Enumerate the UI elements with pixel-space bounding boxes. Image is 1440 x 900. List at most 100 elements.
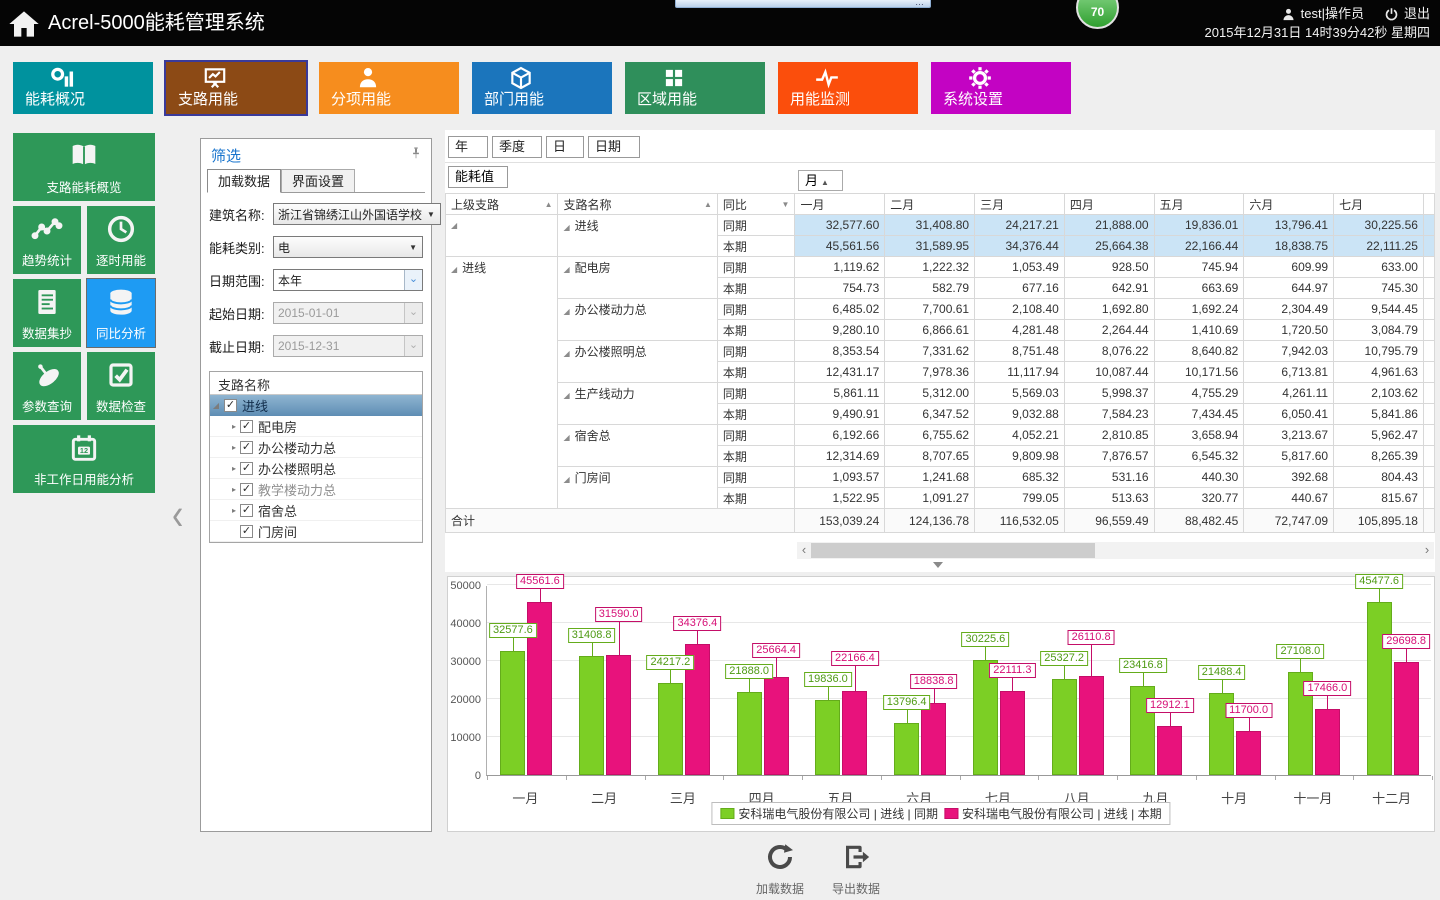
sidebar-item-yoy-analysis[interactable]: 同比分析 bbox=[87, 279, 155, 347]
sidebar-item-data-reading[interactable]: 数据集抄 bbox=[13, 279, 81, 347]
column-header-2[interactable]: 同比▼ bbox=[717, 194, 795, 215]
export-data-button[interactable]: 导出数据 bbox=[824, 842, 888, 897]
column-header-0[interactable]: 上级支路▲ bbox=[446, 194, 558, 215]
collapsed-arrow-icon[interactable]: ▸ bbox=[228, 464, 240, 473]
sidebar-item-label: 数据检查 bbox=[87, 396, 155, 415]
column-header-9[interactable]: 七月 bbox=[1334, 194, 1424, 215]
label-stem bbox=[934, 689, 935, 704]
collapse-sidebar-arrow[interactable]: ‹ bbox=[172, 490, 183, 541]
column-header-4[interactable]: 二月 bbox=[885, 194, 975, 215]
collapsed-arrow-icon[interactable]: ▸ bbox=[228, 485, 240, 494]
tree-item-root[interactable]: ◢✓进线 bbox=[210, 395, 422, 416]
collapsed-arrow-icon[interactable]: ▸ bbox=[228, 422, 240, 431]
calendar-icon: 12 bbox=[68, 432, 100, 464]
column-header-3[interactable]: 一月 bbox=[795, 194, 885, 215]
value-type-button[interactable]: 能耗值 bbox=[448, 166, 508, 188]
y-tick-label: 50000 bbox=[448, 580, 481, 592]
column-header-5[interactable]: 三月 bbox=[975, 194, 1065, 215]
sidebar-item-trend-stats[interactable]: 趋势统计 bbox=[13, 206, 81, 274]
period-button-1[interactable]: 季度 bbox=[492, 136, 542, 158]
collapse-table-chevron[interactable] bbox=[933, 562, 943, 570]
x-category-label: 十二月 bbox=[1357, 788, 1427, 807]
expander-icon[interactable]: ◢ bbox=[563, 433, 569, 442]
checkbox-checked-icon[interactable]: ✓ bbox=[224, 399, 237, 412]
checkbox-checked-icon[interactable]: ✓ bbox=[240, 504, 253, 517]
nav-tab-system-settings[interactable]: 系统设置 bbox=[931, 62, 1071, 114]
month-sort-button[interactable]: 月▲ bbox=[798, 170, 843, 191]
expander-icon[interactable]: ◢ bbox=[563, 391, 569, 400]
x-axis-tick bbox=[645, 776, 646, 780]
field-control-2[interactable]: 本年⌄ bbox=[273, 269, 423, 291]
sidebar-item-data-check[interactable]: 数据检查 bbox=[87, 352, 155, 420]
label-stem bbox=[1012, 678, 1013, 691]
expander-icon[interactable]: ◢ bbox=[451, 265, 457, 274]
column-header-1[interactable]: 支路名称▲ bbox=[558, 194, 717, 215]
tree-item-child[interactable]: ▸✓宿舍总 bbox=[210, 500, 422, 521]
nav-tab-subitem-energy[interactable]: 分项用能 bbox=[319, 62, 459, 114]
label-stem bbox=[855, 666, 856, 691]
home-icon[interactable] bbox=[8, 8, 40, 40]
expander-icon[interactable]: ◢ bbox=[563, 349, 569, 358]
expander-icon[interactable]: ◢ bbox=[451, 221, 457, 230]
sidebar-item-param-query[interactable]: 参数查询 bbox=[13, 352, 81, 420]
tree-item-child[interactable]: ✓门房间 bbox=[210, 521, 422, 542]
nav-tab-area-energy[interactable]: 区域用能 bbox=[625, 62, 765, 114]
nav-tab-department-energy[interactable]: 部门用能 bbox=[472, 62, 612, 114]
column-header-7[interactable]: 五月 bbox=[1154, 194, 1244, 215]
expander-icon[interactable]: ◢ bbox=[563, 475, 569, 484]
tree-item-child[interactable]: ▸✓办公楼动力总 bbox=[210, 437, 422, 458]
power-icon bbox=[1384, 7, 1399, 22]
nav-tab-energy-overview[interactable]: 能耗概况 bbox=[13, 62, 153, 114]
expander-icon[interactable]: ◢ bbox=[563, 223, 569, 232]
branch-tree-header: 支路名称 bbox=[210, 372, 422, 395]
nav-tab-branch-energy[interactable]: 支路用能 bbox=[166, 62, 306, 114]
y-tick-label: 0 bbox=[448, 770, 481, 782]
scroll-right-icon[interactable]: › bbox=[1420, 542, 1434, 559]
x-axis-tick bbox=[802, 776, 803, 780]
value-cell: 7,942.03 bbox=[1244, 341, 1334, 362]
logout-button[interactable]: 退出 bbox=[1404, 4, 1430, 24]
checkbox-checked-icon[interactable]: ✓ bbox=[240, 441, 253, 454]
collapsed-arrow-icon[interactable]: ▸ bbox=[228, 443, 240, 452]
collapsed-popup[interactable]: … bbox=[675, 0, 931, 8]
expander-icon[interactable]: ◢ bbox=[563, 265, 569, 274]
total-value-cell: 96,559.49 bbox=[1064, 509, 1154, 533]
reload-data-button[interactable]: 加载数据 bbox=[748, 842, 812, 897]
extra-cell bbox=[1423, 467, 1434, 488]
checkbox-checked-icon[interactable]: ✓ bbox=[240, 462, 253, 475]
value-cell: 8,640.82 bbox=[1154, 341, 1244, 362]
checkbox-checked-icon[interactable]: ✓ bbox=[240, 420, 253, 433]
period-button-2[interactable]: 日 bbox=[546, 136, 584, 158]
scroll-left-icon[interactable]: ‹ bbox=[797, 542, 811, 559]
x-category-label: 二月 bbox=[569, 788, 639, 807]
tree-item-child[interactable]: ▸✓配电房 bbox=[210, 416, 422, 437]
tree-item-child[interactable]: ▸✓办公楼照明总 bbox=[210, 458, 422, 479]
period-button-0[interactable]: 年 bbox=[448, 136, 488, 158]
period-button-3[interactable]: 日期 bbox=[588, 136, 640, 158]
pin-icon[interactable] bbox=[409, 146, 423, 160]
field-control-1[interactable]: 电▼ bbox=[273, 236, 423, 258]
field-control-0[interactable]: 浙江省锦绣江山外国语学校▼ bbox=[273, 203, 441, 225]
expander-icon[interactable]: ◢ bbox=[210, 401, 222, 410]
column-header-8[interactable]: 六月 bbox=[1244, 194, 1334, 215]
tree-item-child[interactable]: ▸✓教学楼动力总 bbox=[210, 479, 422, 500]
value-cell: 745.94 bbox=[1154, 257, 1244, 278]
nav-tab-energy-monitor[interactable]: 用能监测 bbox=[778, 62, 918, 114]
y-tick-label: 20000 bbox=[448, 694, 481, 706]
collapsed-arrow-icon[interactable]: ▸ bbox=[228, 506, 240, 515]
x-axis-tick bbox=[1353, 776, 1354, 780]
sidebar-item-branch-overview[interactable]: 支路能耗概览 bbox=[13, 133, 155, 201]
expander-icon[interactable]: ◢ bbox=[563, 307, 569, 316]
filter-tab-0[interactable]: 加载数据 bbox=[207, 169, 281, 193]
scrollbar-thumb[interactable] bbox=[811, 543, 1095, 558]
horizontal-scrollbar[interactable]: ‹ › bbox=[797, 542, 1434, 559]
label-stem bbox=[1091, 645, 1092, 676]
branch-name-label: 宿舍总 bbox=[575, 429, 611, 443]
sidebar-item-nonworkday-analysis[interactable]: 12非工作日用能分析 bbox=[13, 425, 155, 493]
column-header-6[interactable]: 四月 bbox=[1064, 194, 1154, 215]
filter-tab-1[interactable]: 界面设置 bbox=[281, 169, 355, 193]
label-stem bbox=[1300, 659, 1301, 672]
sidebar-item-hourly-energy[interactable]: 逐时用能 bbox=[87, 206, 155, 274]
checkbox-checked-icon[interactable]: ✓ bbox=[240, 525, 253, 538]
checkbox-checked-icon[interactable]: ✓ bbox=[240, 483, 253, 496]
